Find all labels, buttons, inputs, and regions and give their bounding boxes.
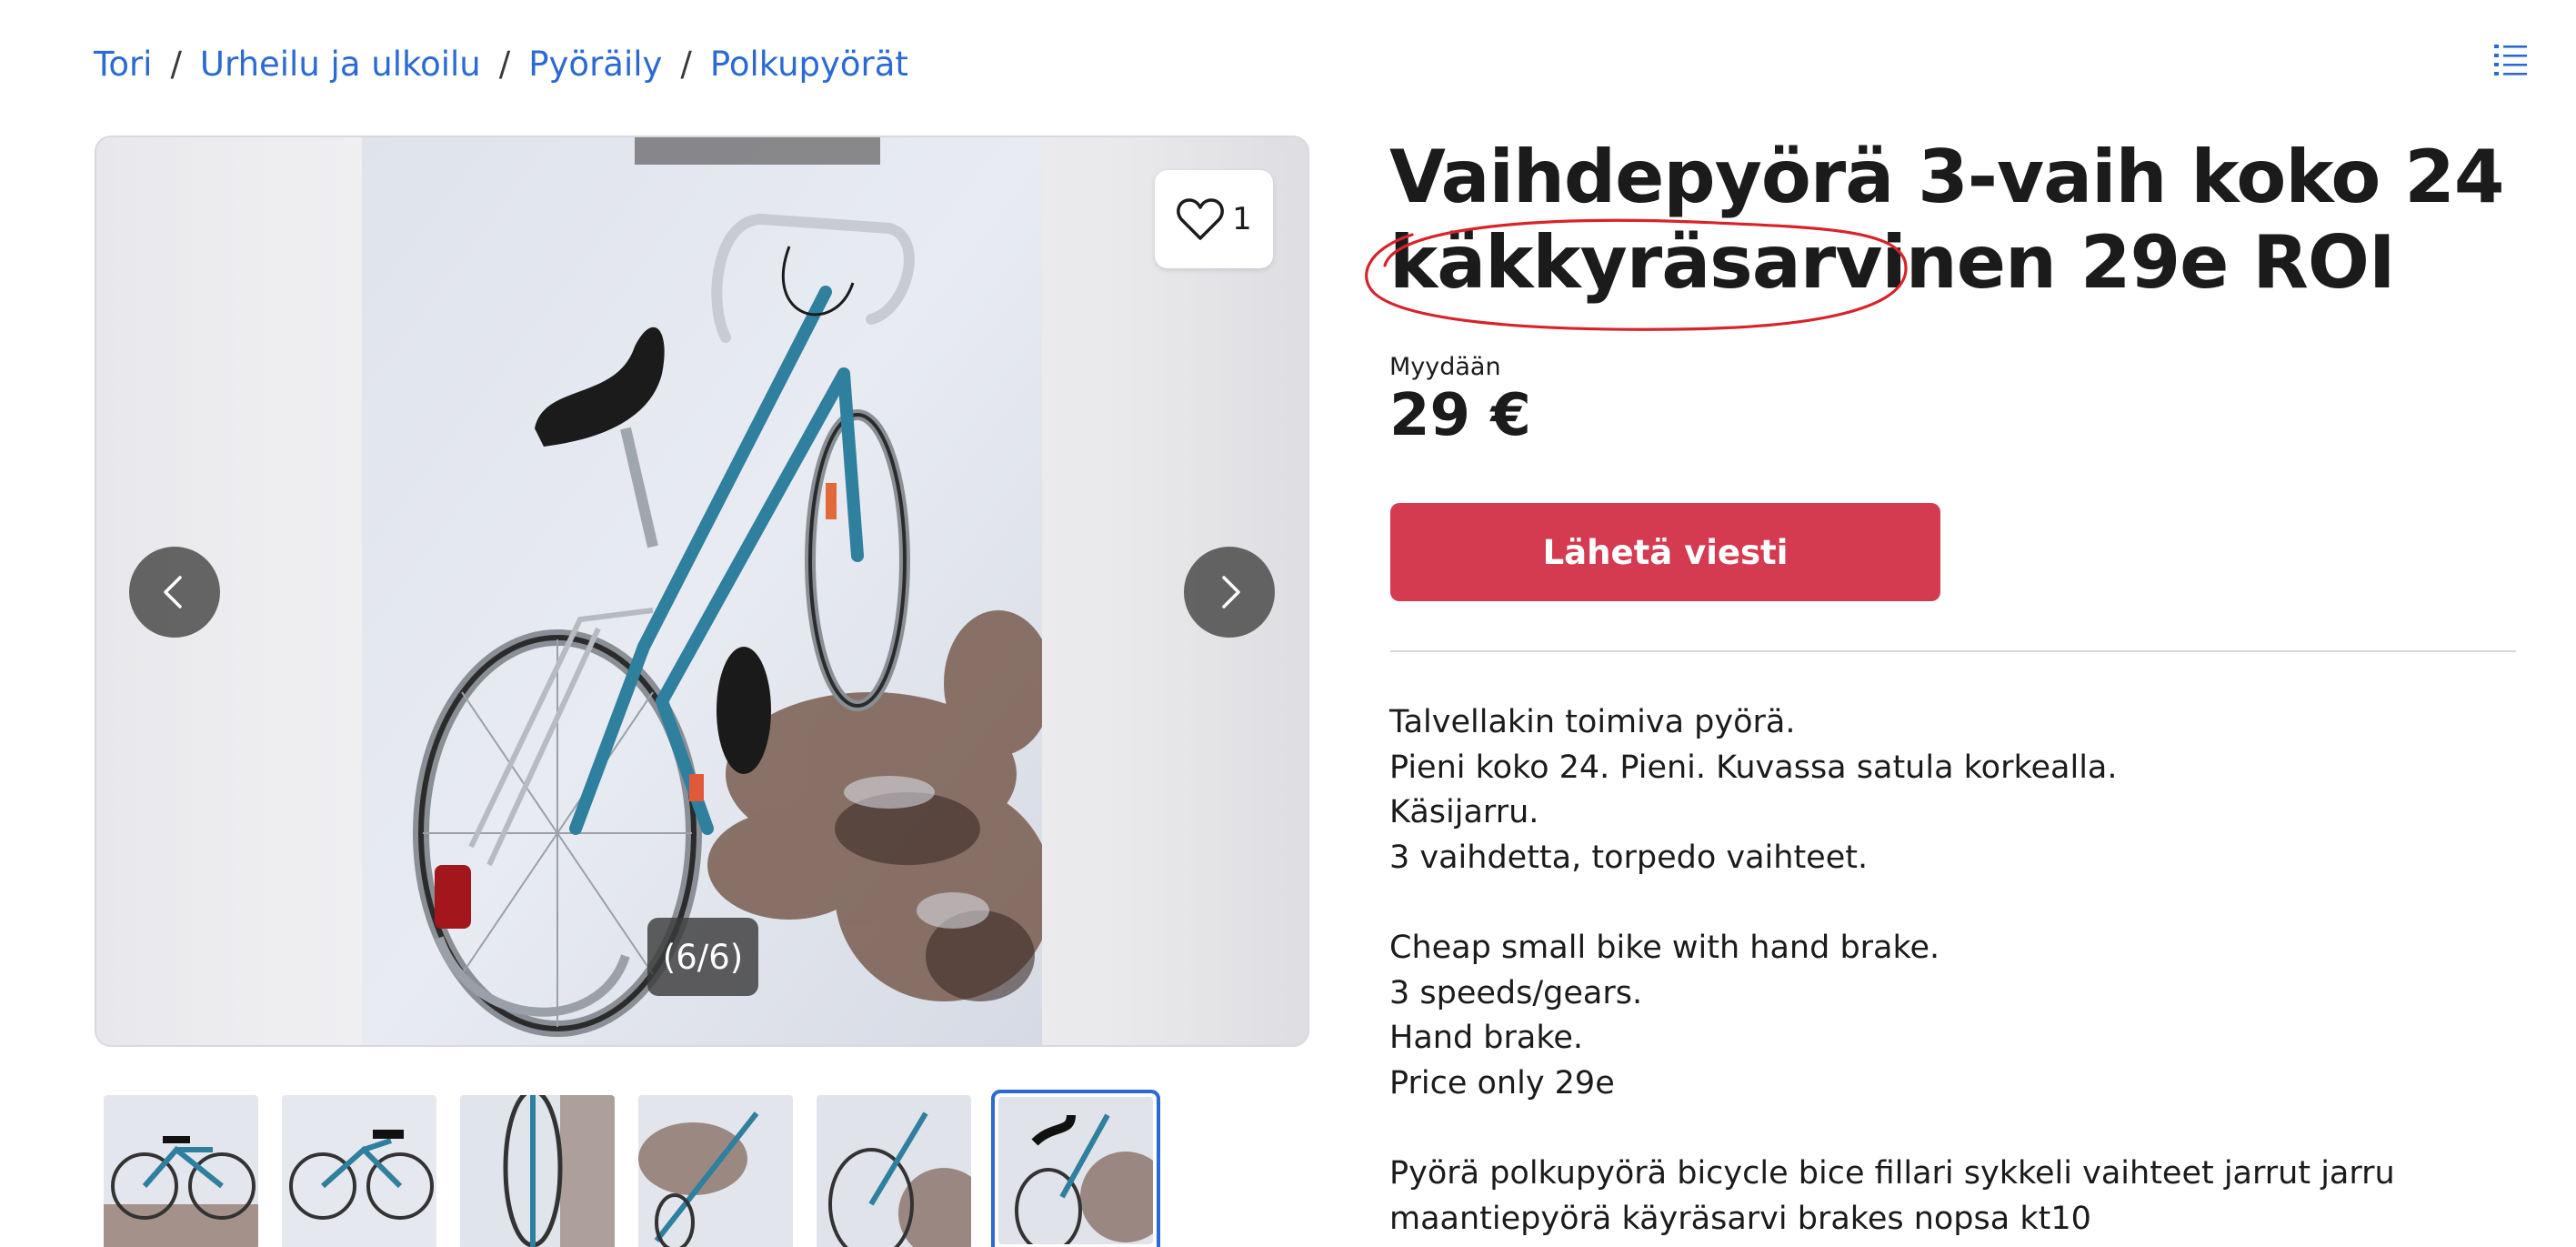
image-counter: (6/6) <box>647 918 758 996</box>
listing-title-rest: 29e ROI <box>2055 220 2396 305</box>
breadcrumb-separator: / <box>170 44 182 84</box>
breadcrumb-link-sports-outdoors[interactable]: Urheilu ja ulkoilu <box>200 45 481 84</box>
breadcrumb: Tori / Urheilu ja ulkoilu / Pyöräily / P… <box>94 38 908 89</box>
listing-title-line1: Vaihdepyörä 3-vaih koko 24 <box>1389 135 2505 219</box>
favorite-count: 1 <box>1232 201 1252 237</box>
description-line: 3 speeds/gears. <box>1389 974 1643 1011</box>
sale-type-label: Myydään <box>1389 353 1501 381</box>
breadcrumb-separator: / <box>498 44 511 84</box>
description-line <box>1389 880 2517 926</box>
thumbnail-5[interactable] <box>817 1095 971 1247</box>
thumbnail-1[interactable] <box>104 1095 258 1247</box>
thumbnail-strip <box>102 1090 1193 1247</box>
chevron-left-icon <box>164 576 182 608</box>
description-line: Pyörä polkupyörä bicycle bice fillari sy… <box>1389 1154 2395 1192</box>
breadcrumb-link-tori[interactable]: Tori <box>94 45 152 84</box>
listing-title: Vaihdepyörä 3-vaih koko 24 käkkyräsarvin… <box>1365 135 2517 331</box>
description-line <box>1389 1106 2517 1151</box>
list-icon[interactable] <box>2492 40 2529 76</box>
description-line: Talvellakin toimiva pyörä. <box>1389 704 1796 740</box>
breadcrumb-link-bicycles[interactable]: Polkupyörät <box>710 45 908 84</box>
thumbnail-2[interactable] <box>282 1095 436 1247</box>
circled-word: käkkyräsarvinen <box>1365 218 2057 331</box>
chevron-right-icon <box>1222 576 1240 608</box>
description-line: Hand brake. <box>1389 1020 1584 1057</box>
thumbnail-6[interactable] <box>991 1090 1160 1247</box>
favorite-button[interactable]: 1 <box>1155 170 1273 268</box>
next-image-button[interactable] <box>1184 547 1275 638</box>
breadcrumb-link-cycling[interactable]: Pyöräily <box>528 45 662 84</box>
breadcrumb-separator: / <box>680 44 692 84</box>
listing-description: Talvellakin toimiva pyörä. Pieni koko 24… <box>1389 700 2517 1242</box>
thumbnail-4[interactable] <box>638 1095 793 1247</box>
description-line: Cheap small bike with hand brake. <box>1389 929 1940 966</box>
previous-image-button[interactable] <box>129 547 220 638</box>
divider <box>1390 650 2516 652</box>
description-line: 3 vaihdetta, torpedo vaihteet. <box>1389 839 1869 876</box>
listing-title-line2: käkkyräsarvinen 29e ROI <box>1365 218 2517 331</box>
listing-page: Tori / Urheilu ja ulkoilu / Pyöräily / P… <box>0 0 2576 1247</box>
thumbnail-3[interactable] <box>460 1095 615 1247</box>
description-line: Käsijarru. <box>1389 794 1539 831</box>
send-message-button[interactable]: Lähetä viesti <box>1390 503 1940 601</box>
image-gallery: 1 (6/6) <box>95 136 1309 1047</box>
price: 29 € <box>1389 382 1531 449</box>
description-line: maantiepyörä käyräsarvi brakes nopsa kt1… <box>1389 1200 2091 1237</box>
circled-word-text: käkkyräsarvinen <box>1389 220 2057 305</box>
description-line: Price only 29e <box>1389 1064 1615 1101</box>
description-line: Pieni koko 24. Pieni. Kuvassa satula kor… <box>1389 749 2118 786</box>
bicycle-photo[interactable] <box>362 137 1053 1045</box>
heart-icon <box>1177 198 1225 240</box>
